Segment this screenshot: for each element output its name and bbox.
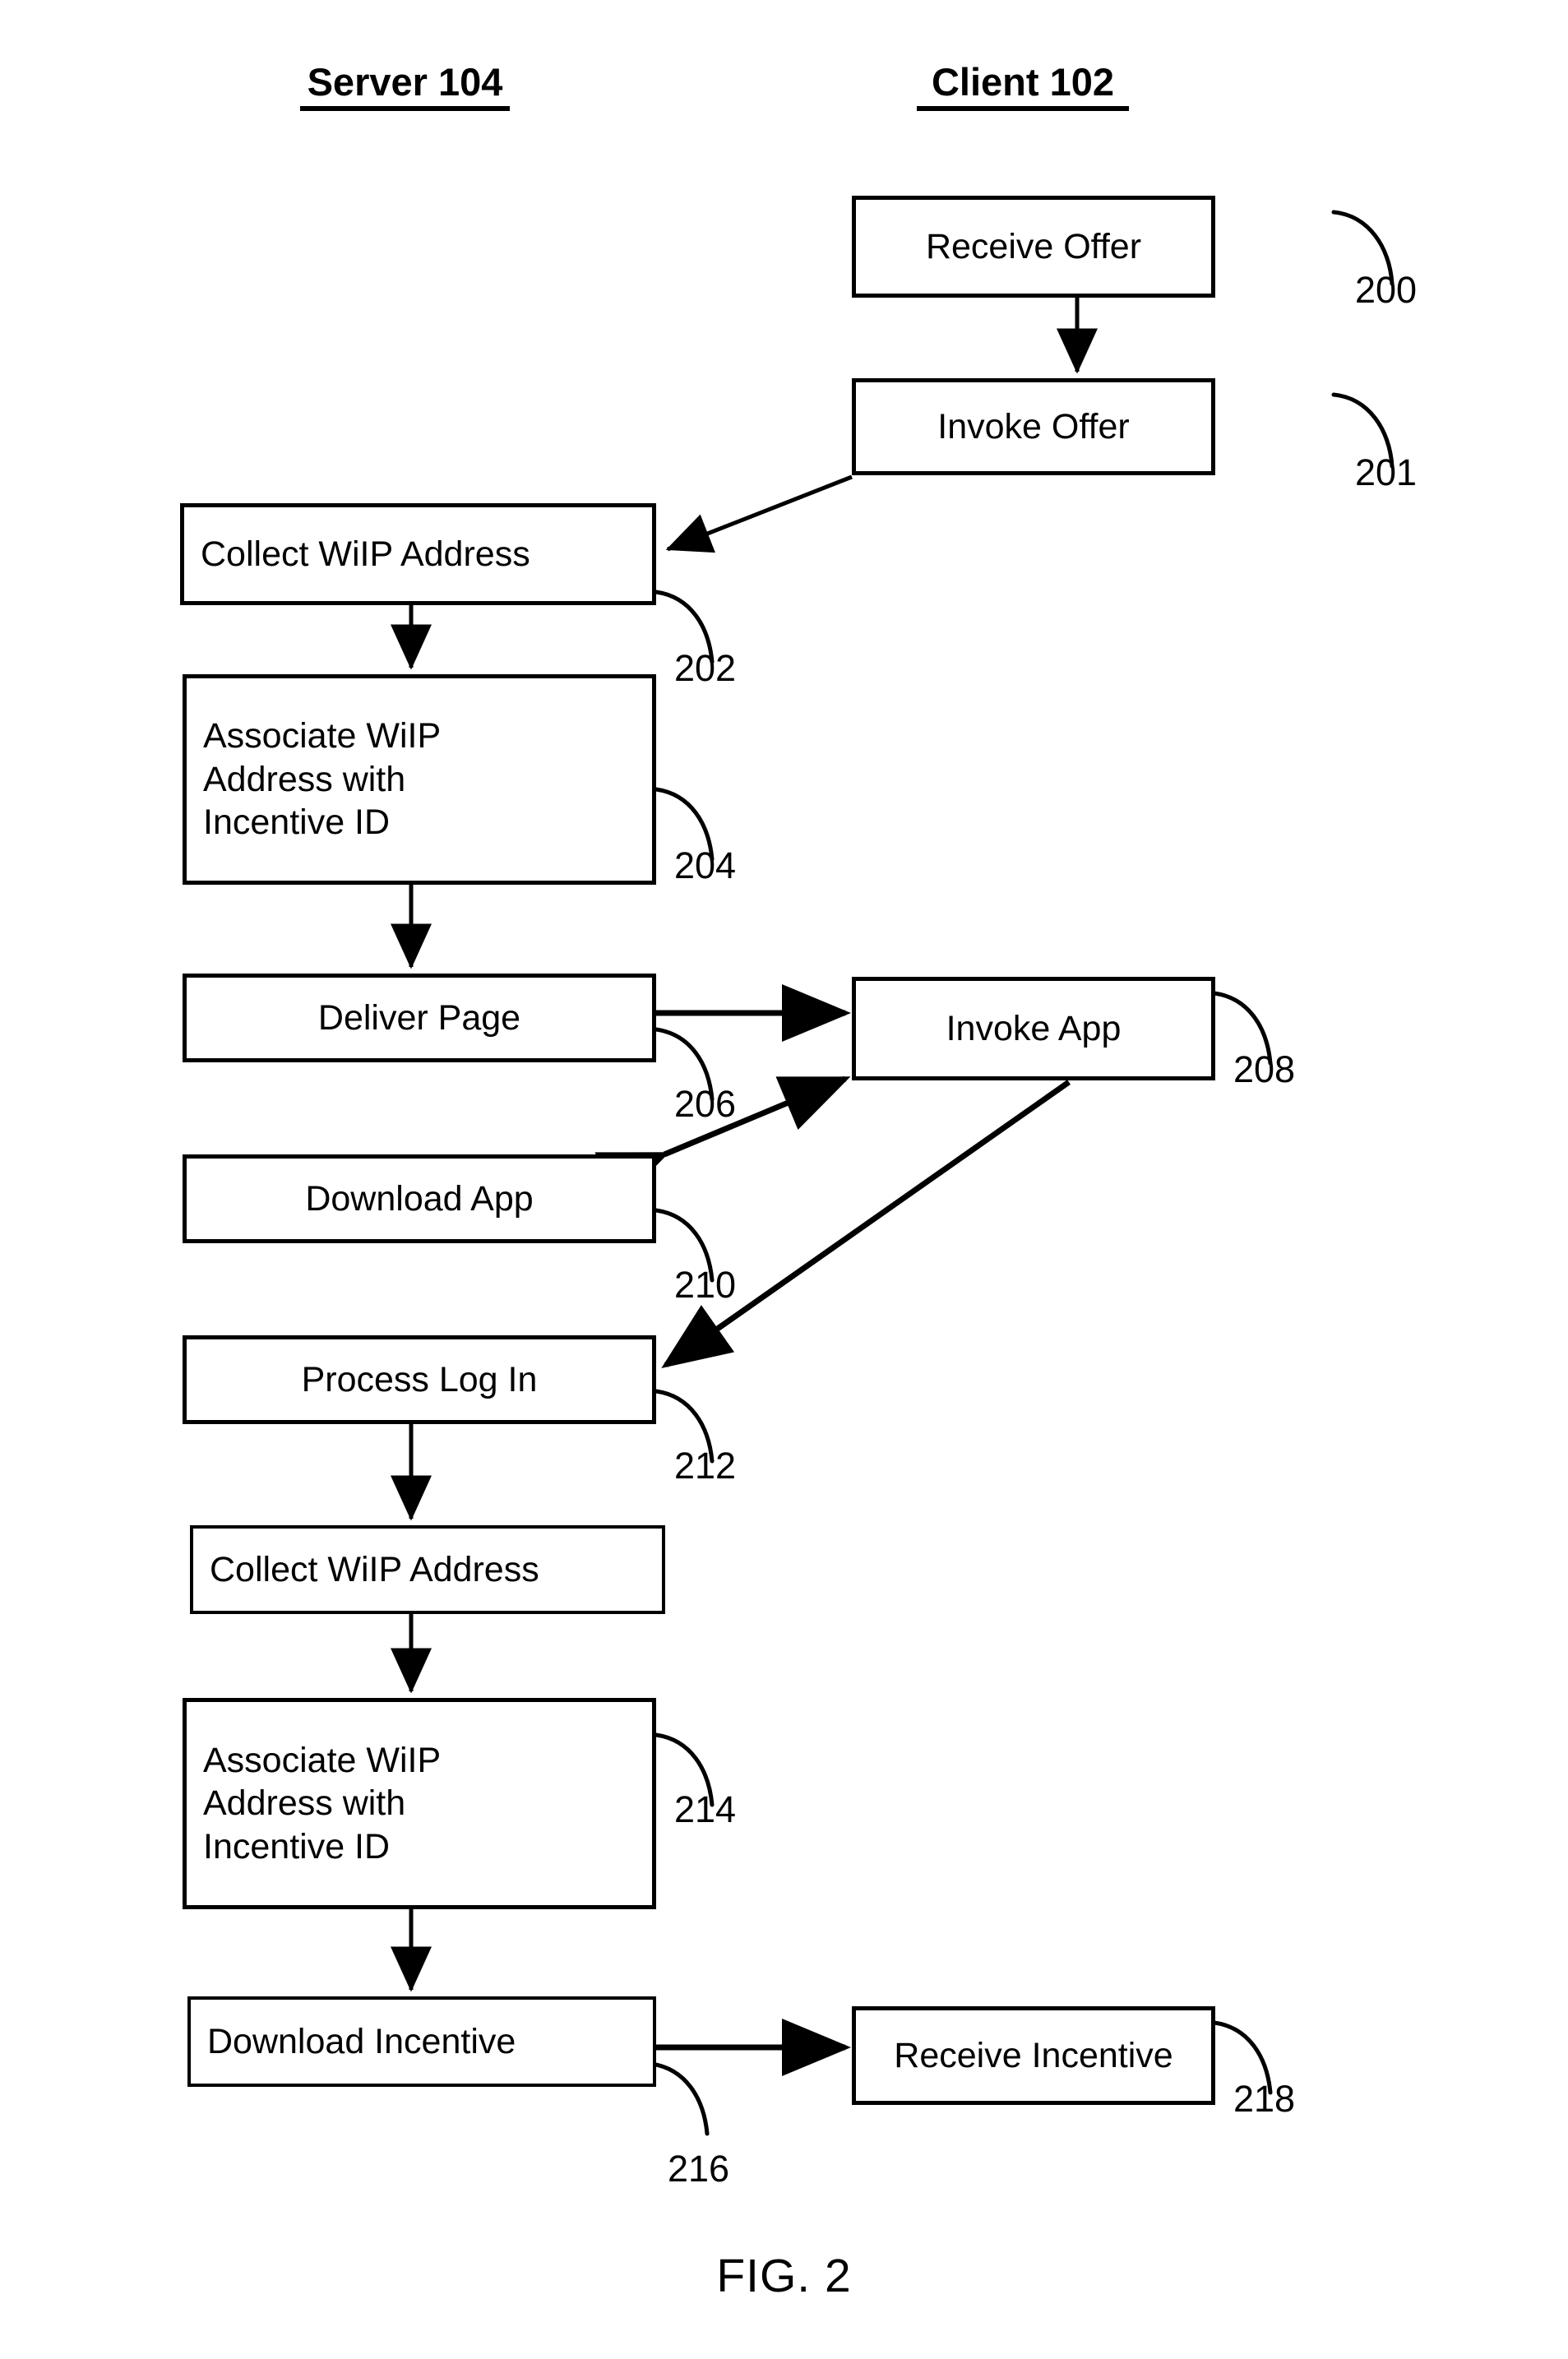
node-invoke-offer-label: Invoke Offer: [937, 406, 1130, 446]
ref-216: 216: [668, 2148, 730, 2190]
node-collect-wiip-address-2-label: Collect WiIP Address: [210, 1549, 539, 1589]
ref-206: 206: [674, 1083, 737, 1125]
node-collect-wiip-address-label: Collect WiIP Address: [201, 534, 530, 574]
ref-212: 212: [674, 1445, 737, 1487]
edge-invoke-offer-to-collect-wiip-address: [665, 474, 853, 553]
ref-214: 214: [674, 1788, 737, 1830]
node-collect-wiip-address[interactable]: Collect WiIP Address: [180, 503, 656, 605]
node-download-incentive[interactable]: Download Incentive: [187, 1996, 656, 2087]
node-associate-wiip-address-incentive-id-2-label: Associate WiIP Address with Incentive ID: [203, 1740, 442, 1866]
node-download-incentive-label: Download Incentive: [207, 2021, 516, 2061]
node-invoke-app-label: Invoke App: [946, 1008, 1122, 1048]
node-process-log-in[interactable]: Process Log In: [183, 1335, 656, 1424]
node-invoke-offer[interactable]: Invoke Offer: [852, 378, 1215, 475]
ref-210: 210: [674, 1264, 737, 1306]
ref-200: 200: [1355, 269, 1418, 311]
node-collect-wiip-address-2[interactable]: Collect WiIP Address: [190, 1525, 665, 1614]
node-deliver-page-label: Deliver Page: [317, 997, 521, 1038]
node-receive-offer[interactable]: Receive Offer: [852, 196, 1215, 298]
ref-202: 202: [674, 647, 737, 689]
ref-208: 208: [1233, 1048, 1296, 1090]
ref-201: 201: [1355, 451, 1418, 493]
node-associate-wiip-address-incentive-id[interactable]: Associate WiIP Address with Incentive ID: [183, 674, 656, 885]
figure-caption: FIG. 2: [716, 2250, 852, 2302]
ref-218: 218: [1233, 2078, 1296, 2120]
ref-204: 204: [674, 844, 737, 886]
node-receive-offer-label: Receive Offer: [925, 226, 1142, 266]
node-download-app[interactable]: Download App: [183, 1154, 656, 1243]
node-download-app-label: Download App: [305, 1178, 534, 1219]
node-associate-wiip-address-incentive-id-label: Associate WiIP Address with Incentive ID: [203, 716, 442, 843]
node-receive-incentive-label: Receive Incentive: [894, 2035, 1173, 2075]
node-invoke-app[interactable]: Invoke App: [852, 977, 1215, 1080]
node-receive-incentive[interactable]: Receive Incentive: [852, 2006, 1215, 2105]
node-deliver-page[interactable]: Deliver Page: [183, 974, 656, 1062]
node-associate-wiip-address-incentive-id-2[interactable]: Associate WiIP Address with Incentive ID: [183, 1698, 656, 1909]
leader-216: [649, 2061, 710, 2136]
node-process-log-in-label: Process Log In: [301, 1359, 538, 1399]
patent-figure-page: Server 104 Client 102 Receive Offer 200 …: [0, 0, 1568, 2359]
